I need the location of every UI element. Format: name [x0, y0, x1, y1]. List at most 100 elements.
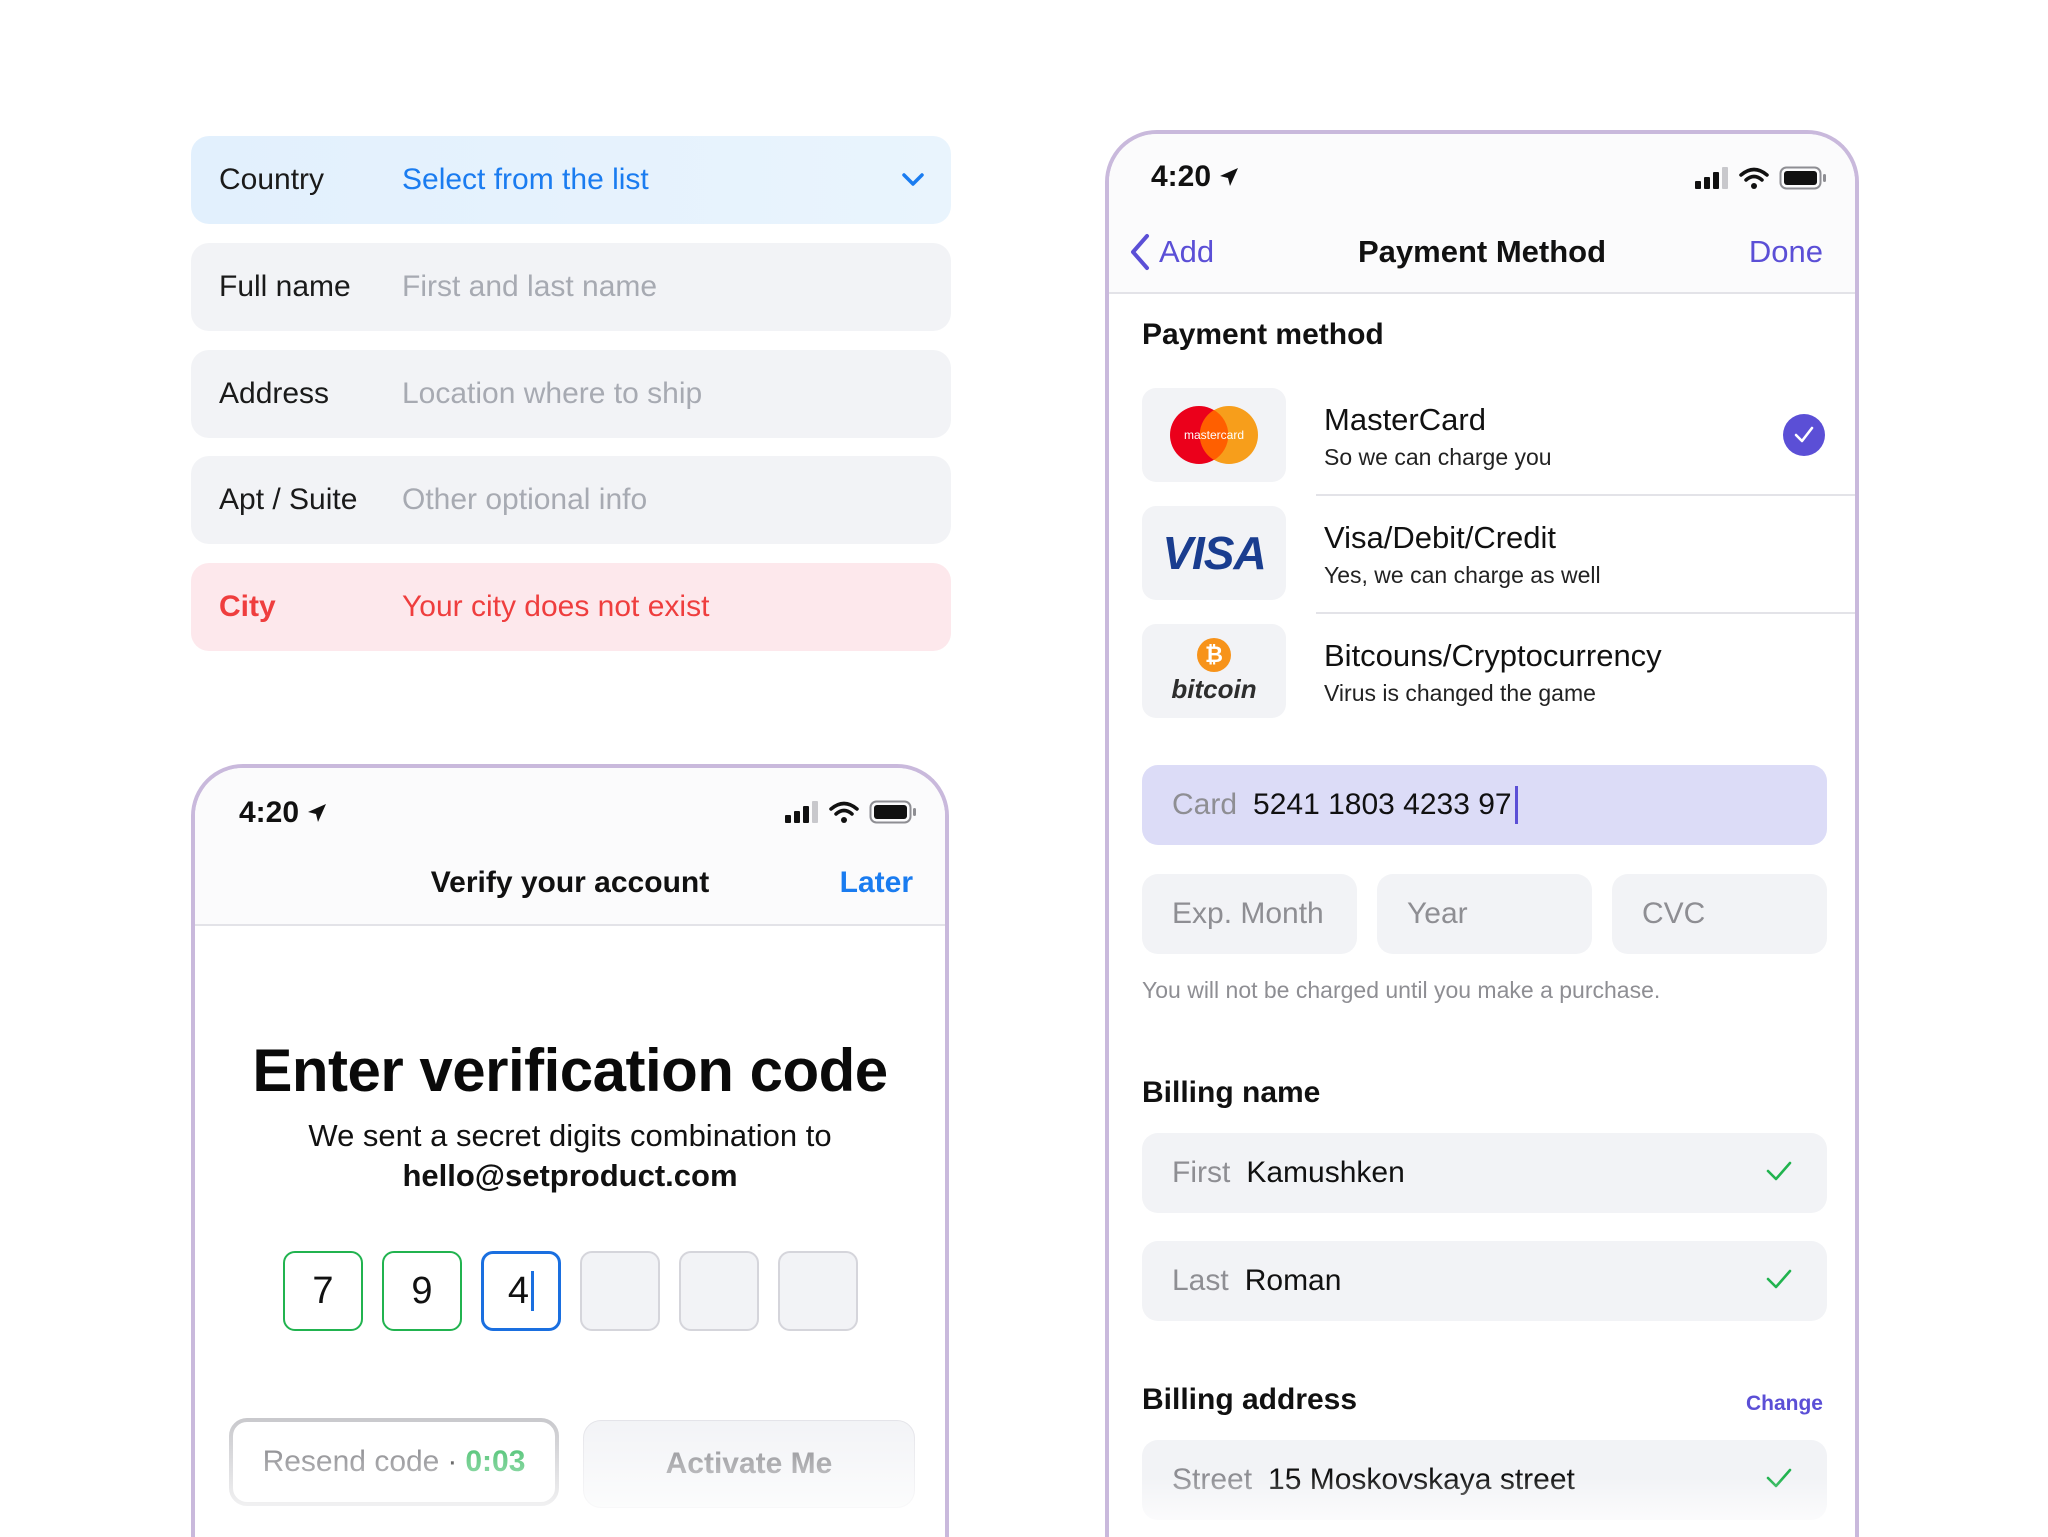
cvc-placeholder: CVC — [1642, 897, 1706, 930]
visa-logo-text: VISA — [1162, 527, 1266, 579]
code-digit-5[interactable] — [679, 1251, 759, 1331]
status-bar-icons — [785, 800, 917, 824]
billing-name-heading: Billing name — [1142, 1076, 1321, 1109]
activate-me-label: Activate Me — [665, 1447, 833, 1480]
bitcoin-logo-text: bitcoin — [1171, 673, 1257, 704]
verify-nav-title: Verify your account — [430, 866, 710, 899]
code-digit-3[interactable]: 4 — [481, 1251, 561, 1331]
done-button[interactable]: Done — [1749, 234, 1823, 270]
wifi-icon — [829, 801, 859, 823]
valid-check-icon — [1766, 1269, 1792, 1289]
country-value: Select from the list — [402, 163, 649, 196]
mastercard-name: MasterCard — [1324, 402, 1486, 437]
status-bar-icons — [1695, 166, 1827, 190]
payment-method-heading: Payment method — [1142, 318, 1384, 351]
mastercard-icon: mastercard — [1170, 406, 1258, 464]
payment-option-visa[interactable]: VISA Visa/Debit/Credit Yes, we can charg… — [1142, 506, 1855, 624]
city-label: City — [219, 590, 276, 623]
address-label: Address — [219, 377, 330, 410]
resend-code-label: Resend code — [262, 1445, 440, 1478]
status-time-text: 4:20 — [239, 796, 300, 829]
card-number-value: 5241 1803 4233 97 — [1253, 788, 1512, 821]
mastercard-desc: So we can charge you — [1324, 444, 1552, 470]
street-label: Street — [1172, 1463, 1253, 1496]
full-name-label: Full name — [219, 270, 351, 303]
valid-check-icon — [1766, 1161, 1792, 1181]
verification-email: hello@setproduct.com — [402, 1158, 738, 1193]
verification-subtitle: We sent a secret digits combination to — [308, 1118, 832, 1153]
visa-name: Visa/Debit/Credit — [1324, 520, 1557, 555]
activate-me-button[interactable]: Activate Me — [583, 1420, 915, 1508]
apt-suite-label: Apt / Suite — [219, 483, 358, 516]
battery-icon — [869, 800, 916, 824]
status-bar-time: 4:20 — [1151, 160, 1241, 194]
visa-logo: VISA — [1142, 506, 1286, 600]
resend-code-button[interactable]: Resend code · 0:03 — [229, 1418, 559, 1506]
verify-nav-bar: 4:20 Verify your account Later — [195, 768, 945, 926]
street-value: 15 Moskovskaya street — [1268, 1463, 1575, 1496]
country-label: Country — [219, 163, 325, 196]
text-caret — [531, 1271, 535, 1311]
cellular-signal-icon — [1695, 167, 1728, 189]
first-label: First — [1172, 1156, 1231, 1189]
valid-check-icon — [1766, 1468, 1792, 1488]
payment-nav-bar: 4:20 Add Payment Method Done — [1109, 134, 1855, 294]
last-value: Roman — [1244, 1264, 1342, 1297]
selected-check-icon — [1783, 414, 1825, 456]
full-name-field[interactable]: Full name First and last name — [191, 243, 951, 331]
billing-address-heading: Billing address — [1142, 1383, 1358, 1416]
payment-nav-title: Payment Method — [1357, 234, 1607, 269]
payment-phone-frame: 4:20 Add Payment Method Done Payment met… — [1105, 130, 1859, 1537]
address-field[interactable]: Address Location where to ship — [191, 350, 951, 438]
bitcoin-desc: Virus is changed the game — [1324, 680, 1596, 706]
charge-note: You will not be charged until you make a… — [1142, 977, 1661, 1003]
year-input[interactable]: Year — [1377, 874, 1592, 954]
payment-option-bitcoin[interactable]: ₿ bitcoin Bitcouns/Cryptocurrency Virus … — [1142, 624, 1855, 742]
exp-month-placeholder: Exp. Month — [1172, 897, 1324, 930]
code-digit-2-value: 9 — [411, 1269, 433, 1312]
resend-separator: · — [447, 1445, 458, 1478]
bitcoin-icon: ₿ — [1197, 637, 1231, 672]
change-address-link[interactable]: Change — [1746, 1392, 1823, 1416]
payment-option-mastercard[interactable]: mastercard MasterCard So we can charge y… — [1142, 388, 1855, 506]
divider — [1316, 494, 1855, 496]
code-digit-1-value: 7 — [312, 1269, 334, 1312]
mastercard-logo-text: mastercard — [1184, 428, 1244, 442]
status-time-text: 4:20 — [1151, 160, 1212, 193]
bitcoin-name: Bitcouns/Cryptocurrency — [1324, 638, 1662, 673]
status-bar-time: 4:20 — [239, 796, 329, 830]
street-input[interactable]: Street 15 Moskovskaya street — [1142, 1440, 1827, 1520]
code-digit-4[interactable] — [580, 1251, 660, 1331]
full-name-placeholder: First and last name — [402, 270, 658, 303]
bitcoin-logo: ₿ bitcoin — [1142, 624, 1286, 718]
year-placeholder: Year — [1407, 897, 1468, 930]
cvc-input[interactable]: CVC — [1612, 874, 1827, 954]
mastercard-logo: mastercard — [1142, 388, 1286, 482]
last-label: Last — [1172, 1264, 1229, 1297]
battery-icon — [1779, 166, 1826, 190]
first-name-input[interactable]: First Kamushken — [1142, 1133, 1827, 1213]
location-arrow-icon — [308, 804, 327, 822]
resend-timer: 0:03 — [465, 1445, 526, 1478]
divider — [1316, 612, 1855, 614]
verify-phone-frame: 4:20 Verify your account Later Enter ver… — [191, 764, 949, 1537]
wifi-icon — [1739, 167, 1769, 189]
text-caret — [1514, 786, 1518, 824]
code-digit-1[interactable]: 7 — [283, 1251, 363, 1331]
last-name-input[interactable]: Last Roman — [1142, 1241, 1827, 1321]
apt-suite-placeholder: Other optional info — [402, 483, 648, 516]
card-label: Card — [1172, 788, 1238, 821]
city-field[interactable]: City Your city does not exist — [191, 563, 951, 651]
country-select[interactable]: Country Select from the list — [191, 136, 951, 224]
exp-month-input[interactable]: Exp. Month — [1142, 874, 1357, 954]
city-error-message: Your city does not exist — [402, 590, 710, 623]
cellular-signal-icon — [785, 801, 818, 823]
code-digit-2[interactable]: 9 — [382, 1251, 462, 1331]
code-digit-3-value: 4 — [507, 1269, 530, 1312]
later-button[interactable]: Later — [840, 866, 913, 900]
card-number-input[interactable]: Card 5241 1803 4233 97 — [1142, 765, 1827, 845]
code-digit-6[interactable] — [778, 1251, 858, 1331]
apt-suite-field[interactable]: Apt / Suite Other optional info — [191, 456, 951, 544]
first-value: Kamushken — [1246, 1156, 1405, 1189]
chevron-down-icon[interactable] — [899, 166, 927, 194]
